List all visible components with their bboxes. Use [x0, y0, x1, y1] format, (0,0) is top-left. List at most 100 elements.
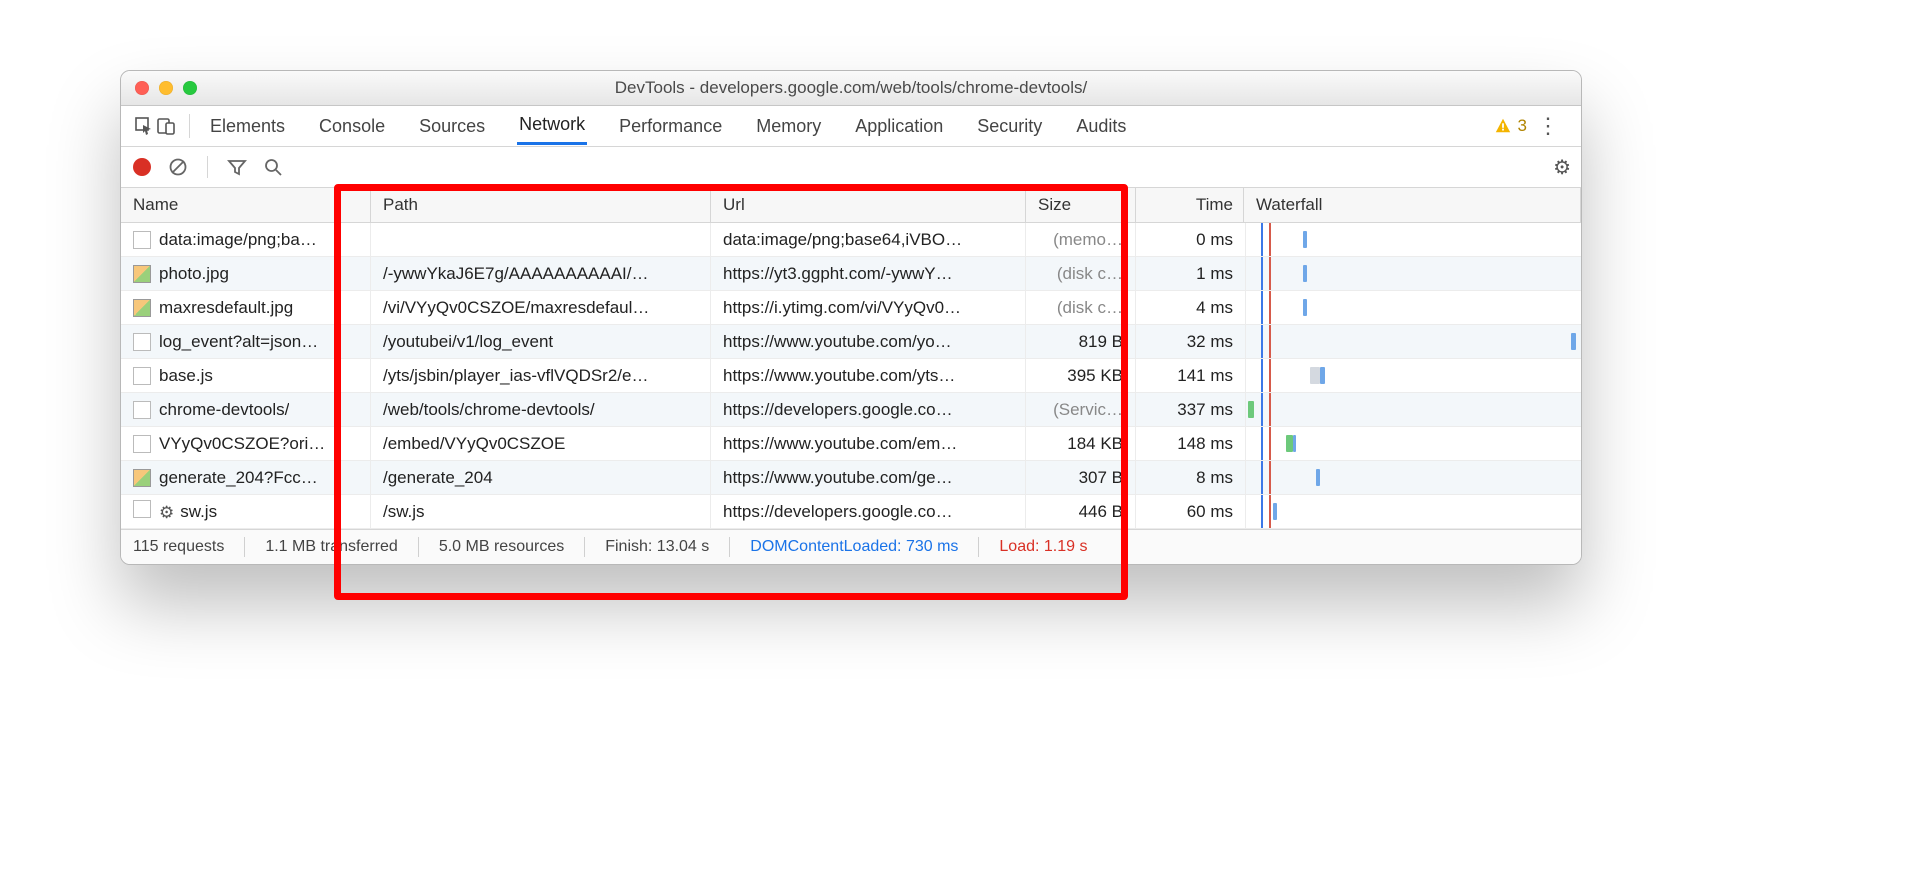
more-menu-icon[interactable]: ⋮	[1527, 113, 1569, 139]
waterfall-bar	[1303, 231, 1307, 248]
cell-url: https://www.youtube.com/yts…	[711, 359, 1026, 392]
row-name: log_event?alt=json…	[159, 332, 318, 352]
column-header-time[interactable]: Time	[1136, 188, 1244, 222]
tab-application[interactable]: Application	[853, 110, 945, 143]
row-name: sw.js	[180, 502, 217, 522]
table-row[interactable]: VYyQv0CSZOE?ori…/embed/VYyQv0CSZOEhttps:…	[121, 427, 1581, 461]
table-row[interactable]: maxresdefault.jpg/vi/VYyQv0CSZOE/maxresd…	[121, 291, 1581, 325]
search-icon[interactable]	[262, 156, 284, 178]
tab-network[interactable]: Network	[517, 108, 587, 145]
cell-path: /youtubei/v1/log_event	[371, 325, 711, 358]
inspect-icon[interactable]	[133, 115, 155, 137]
settings-icon[interactable]: ⚙	[1553, 155, 1571, 180]
device-toggle-icon[interactable]	[155, 115, 177, 137]
cell-url: data:image/png;base64,iVBO…	[711, 223, 1026, 256]
divider	[584, 537, 585, 557]
cell-time: 4 ms	[1136, 291, 1246, 324]
cell-name: chrome-devtools/	[121, 393, 371, 426]
cell-size: 819 B	[1026, 325, 1136, 358]
window-minimize-button[interactable]	[159, 81, 173, 95]
status-bar: 115 requests 1.1 MB transferred 5.0 MB r…	[121, 529, 1581, 564]
cell-waterfall	[1246, 325, 1581, 358]
table-row[interactable]: log_event?alt=json… /youtubei/v1/log_even…	[121, 325, 1581, 359]
row-name: maxresdefault.jpg	[159, 298, 293, 318]
status-requests: 115 requests	[133, 538, 224, 556]
cell-path: /embed/VYyQv0CSZOE	[371, 427, 711, 460]
cell-waterfall	[1246, 359, 1581, 392]
cell-url: https://www.youtube.com/ge…	[711, 461, 1026, 494]
cell-name: data:image/png;ba…	[121, 223, 371, 256]
column-header-path[interactable]: Path	[371, 188, 711, 222]
cell-time: 148 ms	[1136, 427, 1246, 460]
tab-elements[interactable]: Elements	[208, 110, 287, 143]
status-finish: Finish: 13.04 s	[605, 538, 709, 556]
window-maximize-button[interactable]	[183, 81, 197, 95]
waterfall-bar	[1303, 299, 1307, 316]
image-file-icon	[133, 469, 151, 487]
waterfall-bar	[1316, 469, 1320, 486]
cell-url: https://www.youtube.com/em…	[711, 427, 1026, 460]
status-transferred: 1.1 MB transferred	[265, 538, 398, 556]
file-icon	[133, 401, 151, 419]
filter-icon[interactable]	[226, 156, 248, 178]
tab-memory[interactable]: Memory	[754, 110, 823, 143]
tab-performance[interactable]: Performance	[617, 110, 724, 143]
status-domcontentloaded: DOMContentLoaded: 730 ms	[750, 538, 958, 556]
panel-tabs: Elements Console Sources Network Performance…	[121, 106, 1581, 147]
status-load: Load: 1.19 s	[999, 538, 1087, 556]
cell-path: /generate_204	[371, 461, 711, 494]
divider	[189, 114, 190, 138]
waterfall-bar	[1571, 333, 1576, 350]
cell-time: 60 ms	[1136, 495, 1246, 528]
column-header-name[interactable]: Name	[121, 188, 371, 222]
record-button[interactable]	[131, 156, 153, 178]
row-name: photo.jpg	[159, 264, 229, 284]
tab-security[interactable]: Security	[975, 110, 1044, 143]
cell-path: /web/tools/chrome-devtools/	[371, 393, 711, 426]
table-row[interactable]: generate_204?Fcc… /generate_204https://ww…	[121, 461, 1581, 495]
table-row[interactable]: data:image/png;ba… data:image/png;base64,…	[121, 223, 1581, 257]
status-resources: 5.0 MB resources	[439, 538, 564, 556]
cell-size: 307 B	[1026, 461, 1136, 494]
tab-audits[interactable]: Audits	[1074, 110, 1128, 143]
table-row[interactable]: base.js/yts/jsbin/player_ias-vflVQDSr2/e…	[121, 359, 1581, 393]
image-file-icon	[133, 265, 151, 283]
cell-waterfall	[1246, 393, 1581, 426]
clear-icon[interactable]	[167, 156, 189, 178]
cell-size: (memo…	[1026, 223, 1136, 256]
column-header-url[interactable]: Url	[711, 188, 1026, 222]
cell-path	[371, 223, 711, 256]
file-icon	[133, 231, 151, 249]
cell-path: /yts/jsbin/player_ias-vflVQDSr2/e…	[371, 359, 711, 392]
column-header-size[interactable]: Size	[1026, 188, 1136, 222]
divider	[207, 156, 208, 178]
network-toolbar: ⚙	[121, 147, 1581, 188]
divider	[244, 537, 245, 557]
table-row[interactable]: photo.jpg/-ywwYkaJ6E7g/AAAAAAAAAAI/…http…	[121, 257, 1581, 291]
table-header: Name Path Url Size Time Waterfall	[121, 188, 1581, 223]
tab-console[interactable]: Console	[317, 110, 387, 143]
warning-badge[interactable]: 3	[1494, 116, 1527, 136]
cell-url: https://yt3.ggpht.com/-ywwY…	[711, 257, 1026, 290]
row-name: base.js	[159, 366, 213, 386]
waterfall-bar	[1248, 401, 1255, 418]
cell-name: VYyQv0CSZOE?ori…	[121, 427, 371, 460]
cell-time: 337 ms	[1136, 393, 1246, 426]
cell-time: 0 ms	[1136, 223, 1246, 256]
cell-name: log_event?alt=json…	[121, 325, 371, 358]
row-name: generate_204?Fcc…	[159, 468, 318, 488]
tab-sources[interactable]: Sources	[417, 110, 487, 143]
cell-size: 184 KB	[1026, 427, 1136, 460]
divider	[729, 537, 730, 557]
window-close-button[interactable]	[135, 81, 149, 95]
table-row[interactable]: ⚙sw.js/sw.jshttps://developers.google.co…	[121, 495, 1581, 529]
column-header-waterfall[interactable]: Waterfall	[1244, 188, 1581, 222]
cell-url: https://i.ytimg.com/vi/VYyQv0…	[711, 291, 1026, 324]
waterfall-bar	[1293, 435, 1296, 452]
cell-url: https://developers.google.co…	[711, 495, 1026, 528]
row-name: chrome-devtools/	[159, 400, 289, 420]
cell-name: ⚙sw.js	[121, 495, 371, 528]
table-row[interactable]: chrome-devtools/ /web/tools/chrome-devtoo…	[121, 393, 1581, 427]
cell-waterfall	[1246, 461, 1581, 494]
cell-waterfall	[1246, 427, 1581, 460]
